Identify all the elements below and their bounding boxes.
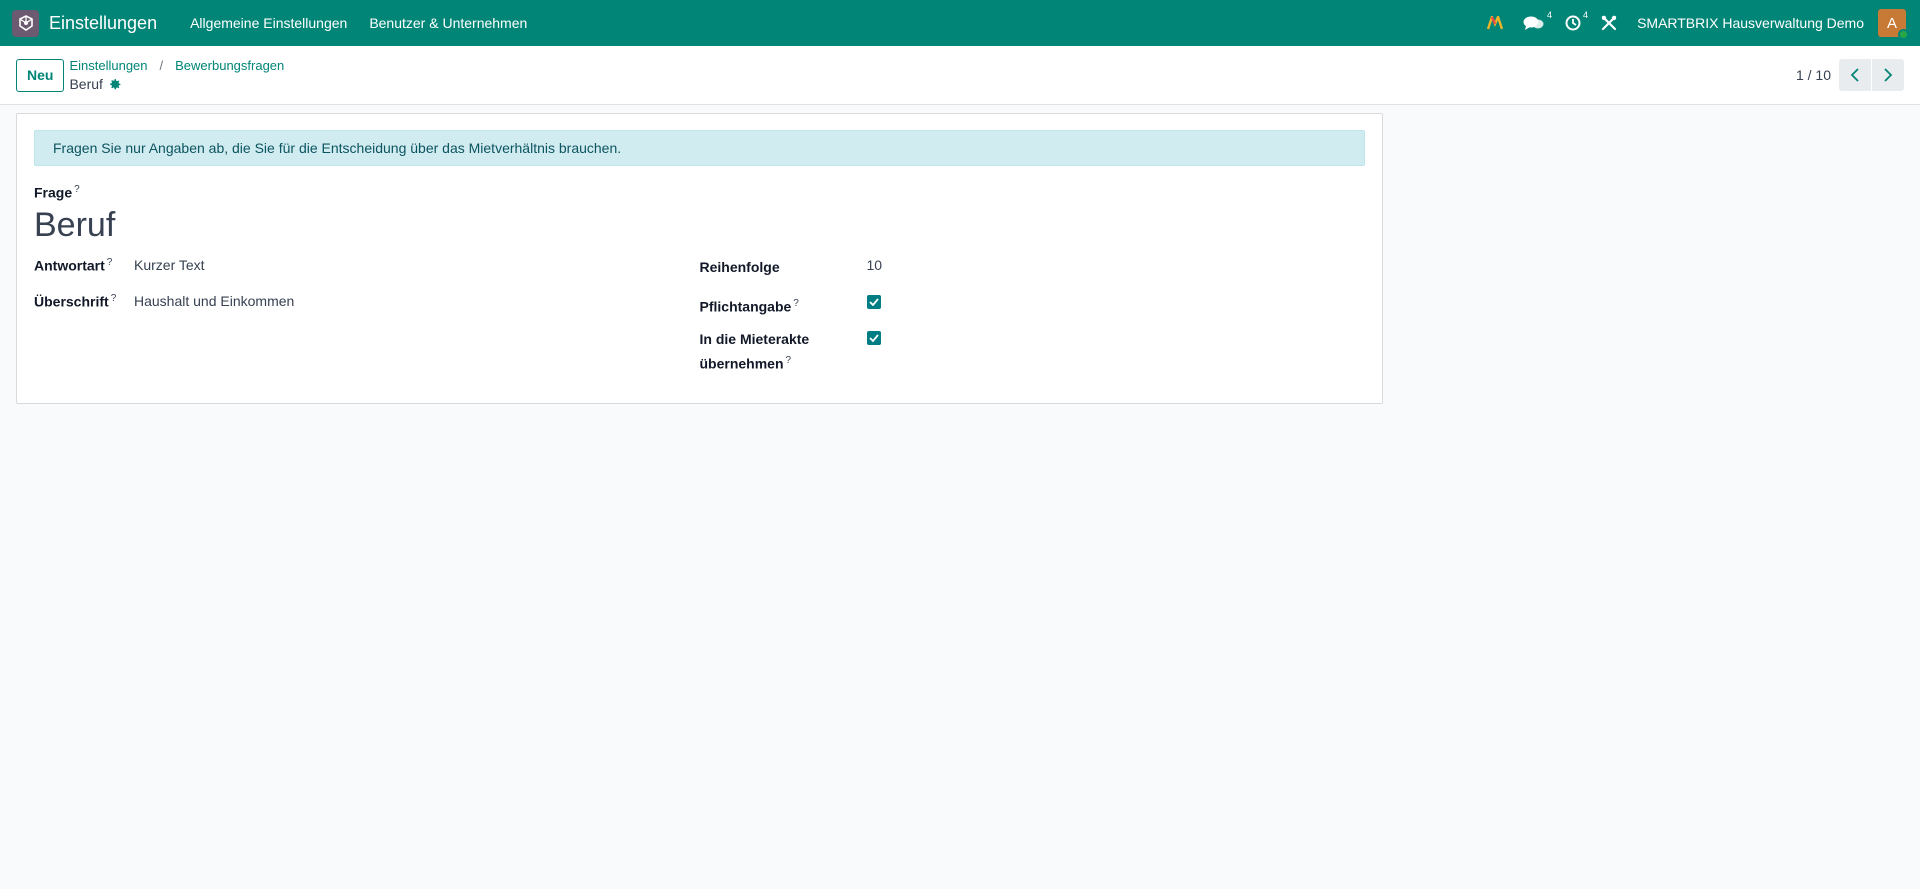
pager-value[interactable]: 1 / 10 — [1796, 67, 1831, 83]
question-title-field[interactable]: Beruf — [34, 205, 1365, 245]
form-columns: Antwortart? Kurzer Text Überschrift? Hau… — [34, 257, 1365, 375]
required-help-icon[interactable]: ? — [793, 298, 799, 309]
sequence-row: Reihenfolge 10 — [700, 257, 1366, 293]
control-panel: Neu Einstellungen / Bewerbungsfragen Ber… — [0, 46, 1920, 105]
current-record-name: Beruf — [69, 76, 103, 92]
transfer-help-icon[interactable]: ? — [786, 355, 792, 366]
breadcrumb: Einstellungen / Bewerbungsfragen Beruf — [69, 58, 284, 92]
chevron-left-icon — [1850, 68, 1859, 82]
heading-row: Überschrift? Haushalt und Einkommen — [34, 293, 700, 329]
presence-status-icon — [1898, 29, 1909, 40]
answer-type-help-icon[interactable]: ? — [107, 257, 113, 268]
transfer-row: In die Mieterakte übernehmen? — [700, 329, 1366, 375]
answer-type-label: Antwortart? — [34, 257, 134, 274]
form-sheet: Fragen Sie nur Angaben ab, die Sie für d… — [16, 113, 1383, 404]
record-pager: 1 / 10 — [1796, 59, 1904, 91]
required-row: Pflichtangabe? — [700, 293, 1366, 329]
question-help-icon[interactable]: ? — [74, 184, 80, 195]
info-alert: Fragen Sie nur Angaben ab, die Sie für d… — [34, 130, 1365, 166]
breadcrumb-separator: / — [159, 58, 164, 73]
transfer-checkbox[interactable] — [866, 330, 881, 345]
answer-type-field[interactable]: Kurzer Text — [134, 257, 205, 273]
user-avatar[interactable]: A — [1878, 9, 1909, 40]
pager-previous-button[interactable] — [1839, 59, 1871, 91]
question-label-text: Frage — [34, 184, 73, 201]
menu-users-companies[interactable]: Benutzer & Unternehmen — [358, 15, 538, 31]
breadcrumb-current: Beruf — [69, 76, 284, 92]
pager-next-button[interactable] — [1872, 59, 1904, 91]
new-button[interactable]: Neu — [16, 58, 65, 92]
heading-label: Überschrift? — [34, 293, 134, 310]
settings-app-icon[interactable] — [12, 9, 39, 37]
chevron-right-icon — [1884, 68, 1893, 82]
messages-icon[interactable]: 4 — [1523, 10, 1552, 31]
required-label-text: Pflichtangabe — [699, 298, 792, 315]
form-column-right: Reihenfolge 10 Pflichtangabe? In die Mie… — [700, 257, 1366, 375]
answer-type-row: Antwortart? Kurzer Text — [34, 257, 700, 293]
menu-general-settings[interactable]: Allgemeine Einstellungen — [179, 15, 358, 31]
breadcrumb-application-questions[interactable]: Bewerbungsfragen — [175, 58, 284, 73]
company-switcher[interactable]: SMARTBRIX Hausverwaltung Demo — [1637, 15, 1864, 31]
heading-label-text: Überschrift — [34, 293, 109, 310]
check-icon — [868, 334, 879, 342]
navbar-systray: 4 4 SMARTBRIX Hausverwaltung Demo A — [1467, 9, 1909, 40]
breadcrumb-settings[interactable]: Einstellungen — [69, 58, 147, 73]
debug-tools-icon[interactable] — [1601, 15, 1617, 31]
heading-field[interactable]: Haushalt und Einkommen — [134, 293, 294, 309]
transfer-label-line1: In die Mieterakte — [699, 330, 810, 347]
heading-help-icon[interactable]: ? — [111, 293, 117, 304]
gear-icon[interactable] — [109, 78, 122, 91]
breadcrumb-path: Einstellungen / Bewerbungsfragen — [69, 58, 284, 73]
activities-clock-icon[interactable]: 4 — [1565, 10, 1588, 31]
main-menu: Allgemeine Einstellungen Benutzer & Unte… — [179, 15, 538, 31]
form-column-left: Antwortart? Kurzer Text Überschrift? Hau… — [34, 257, 700, 375]
smartbrix-logo-icon[interactable] — [1487, 16, 1504, 30]
required-checkbox[interactable] — [866, 294, 881, 309]
app-brand[interactable]: Einstellungen — [12, 9, 157, 37]
answer-type-label-text: Antwortart — [34, 257, 105, 274]
check-icon — [868, 298, 879, 306]
top-navbar: Einstellungen Allgemeine Einstellungen B… — [0, 0, 1920, 46]
question-label: Frage? — [34, 184, 1365, 201]
sequence-field[interactable]: 10 — [867, 257, 883, 273]
transfer-label: In die Mieterakte übernehmen? — [700, 329, 867, 375]
app-name[interactable]: Einstellungen — [49, 13, 157, 34]
transfer-label-line2: übernehmen — [699, 355, 784, 372]
avatar-letter: A — [1886, 14, 1897, 32]
sequence-label: Reihenfolge — [699, 258, 780, 275]
activities-counter: 4 — [1583, 10, 1589, 20]
messages-counter: 4 — [1547, 10, 1553, 20]
required-label: Pflichtangabe? — [700, 293, 867, 318]
